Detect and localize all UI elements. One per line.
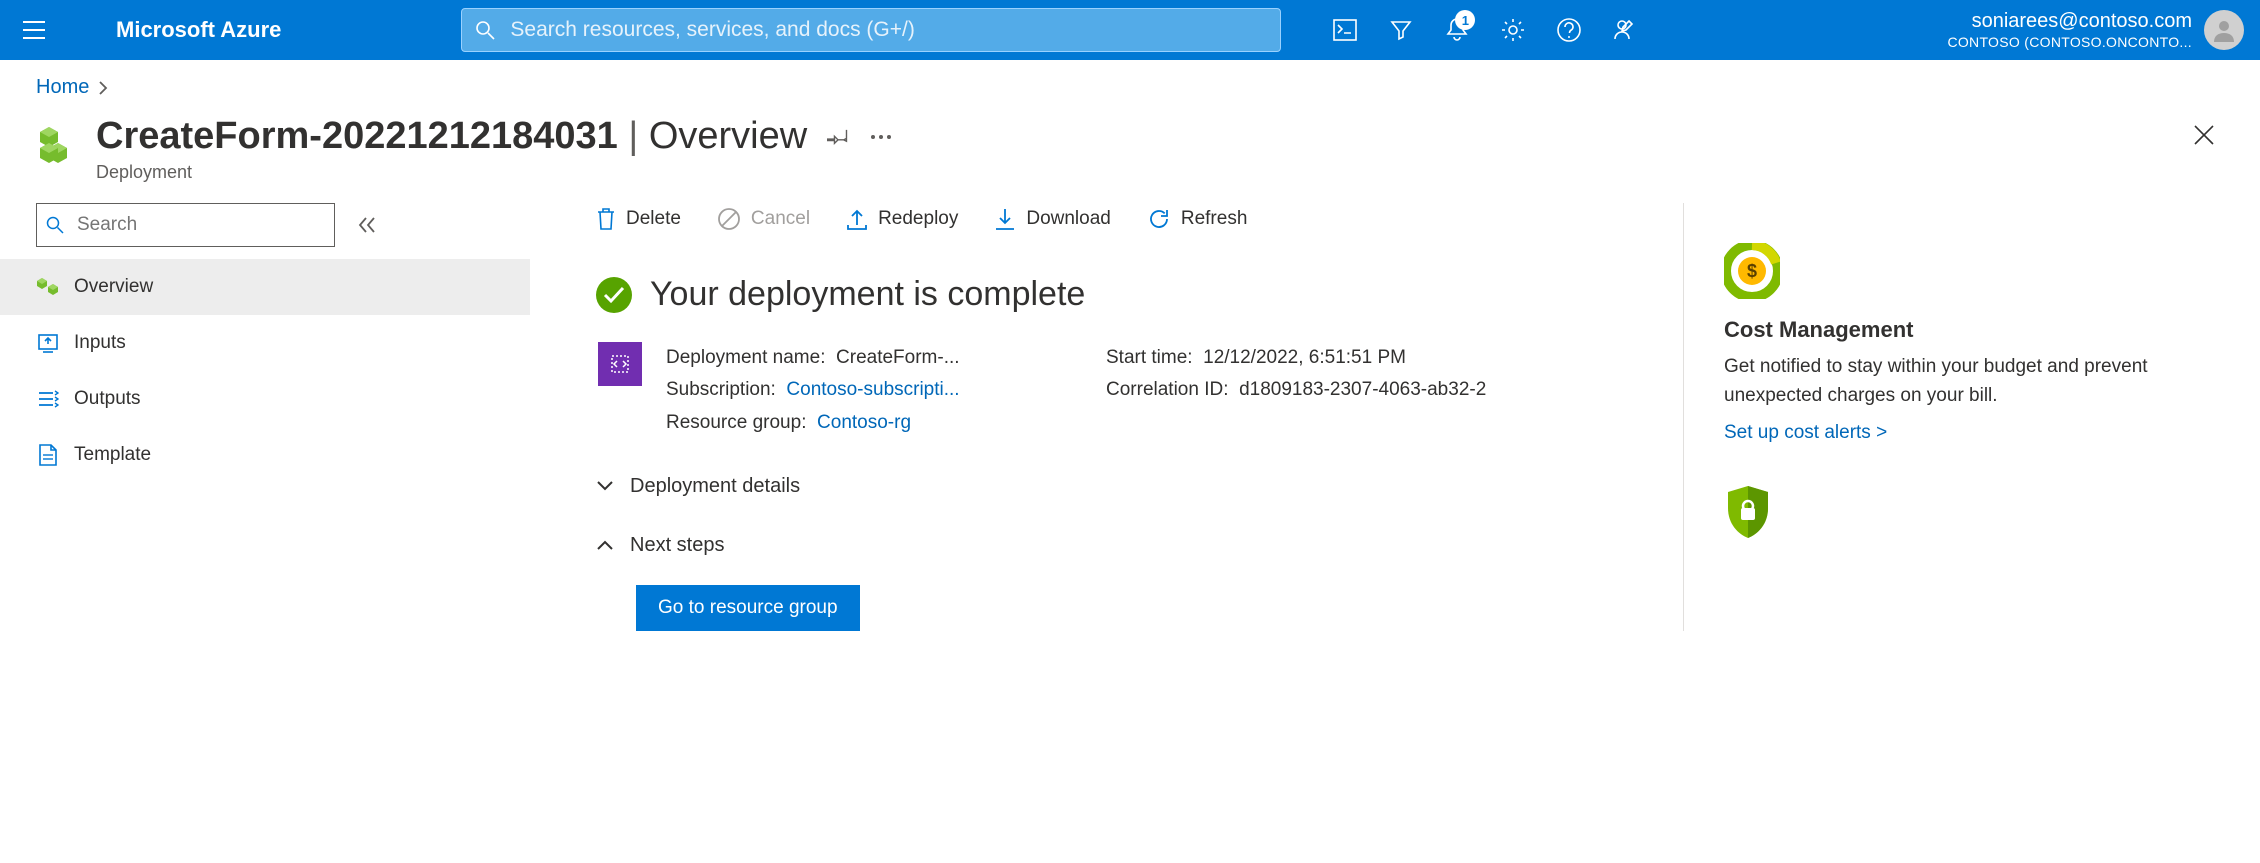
correlation-label: Correlation ID:: [1106, 379, 1229, 400]
cost-management-text: Get notified to stay within your budget …: [1724, 353, 2224, 410]
sidebar-item-template[interactable]: Template: [0, 427, 530, 483]
deployment-name-value: CreateForm-...: [836, 342, 960, 374]
cancel-button: Cancel: [717, 207, 810, 231]
right-panel: $ Cost Management Get notified to stay w…: [1684, 203, 2224, 631]
breadcrumb-home[interactable]: Home: [36, 76, 89, 99]
global-search: [461, 8, 1281, 52]
overview-icon: [36, 276, 60, 298]
status-row: Your deployment is complete: [596, 275, 1653, 314]
feedback-button[interactable]: [1601, 6, 1649, 54]
cost-management-icon: $: [1724, 243, 1780, 299]
go-to-resource-group-button[interactable]: Go to resource group: [636, 585, 860, 631]
outputs-icon: [36, 388, 60, 410]
deployment-details: Deployment name: CreateForm-... Subscrip…: [598, 342, 1653, 439]
collapse-sidebar-button[interactable]: [357, 216, 377, 234]
close-button[interactable]: [2192, 123, 2216, 147]
subscription-label: Subscription:: [666, 379, 776, 400]
page-subtitle: Deployment: [96, 162, 2192, 183]
sidebar-item-label: Template: [74, 444, 151, 466]
deployment-name-label: Deployment name:: [666, 347, 825, 368]
refresh-icon: [1147, 207, 1171, 231]
settings-button[interactable]: [1489, 6, 1537, 54]
cost-alerts-link[interactable]: Set up cost alerts >: [1724, 422, 1887, 444]
body: Overview Inputs Outputs Template: [0, 203, 2260, 631]
pin-button[interactable]: [827, 126, 849, 148]
cloud-shell-button[interactable]: [1321, 6, 1369, 54]
start-time-value: 12/12/2022, 6:51:51 PM: [1203, 347, 1406, 368]
sidebar-search-row: [36, 203, 536, 247]
main: Delete Cancel Redeploy: [536, 203, 2224, 631]
help-button[interactable]: [1545, 6, 1593, 54]
feedback-icon: [1612, 17, 1638, 43]
ellipsis-icon: [869, 133, 893, 141]
sidebar-item-overview[interactable]: Overview: [0, 259, 530, 315]
chevron-down-icon: [596, 480, 614, 492]
notifications-button[interactable]: 1: [1433, 6, 1481, 54]
content: Delete Cancel Redeploy: [596, 203, 1684, 631]
sidebar-item-inputs[interactable]: Inputs: [0, 315, 530, 371]
brand-label[interactable]: Microsoft Azure: [116, 17, 281, 43]
sidebar-item-label: Overview: [74, 276, 153, 298]
user-email: soniarees@contoso.com: [1947, 9, 2192, 34]
breadcrumb: Home: [0, 60, 2260, 107]
sidebar-item-label: Inputs: [74, 332, 126, 354]
cloud-shell-icon: [1333, 19, 1357, 41]
template-icon: [36, 443, 60, 467]
download-button[interactable]: Download: [994, 207, 1111, 231]
deployment-resource-icon: [36, 121, 80, 165]
search-icon: [46, 216, 64, 234]
delete-button[interactable]: Delete: [596, 207, 681, 231]
user-account[interactable]: soniarees@contoso.com CONTOSO (CONTOSO.O…: [1947, 9, 2248, 52]
cancel-icon: [717, 207, 741, 231]
inputs-icon: [36, 332, 60, 354]
search-icon: [475, 20, 495, 40]
help-icon: [1556, 17, 1582, 43]
user-tenant: CONTOSO (CONTOSO.ONCONTO...: [1947, 34, 2192, 52]
refresh-button[interactable]: Refresh: [1147, 207, 1248, 231]
toolbar: Delete Cancel Redeploy: [596, 203, 1653, 255]
svg-text:$: $: [1747, 261, 1757, 281]
cost-management-title: Cost Management: [1724, 317, 2224, 343]
chevron-double-left-icon: [357, 216, 377, 234]
deployment-type-icon: [598, 342, 642, 386]
directories-button[interactable]: [1377, 6, 1425, 54]
avatar-icon: [2210, 16, 2238, 44]
sidebar-search-input[interactable]: [36, 203, 335, 247]
subscription-link[interactable]: Contoso-subscripti...: [786, 374, 959, 406]
global-search-input[interactable]: [461, 8, 1281, 52]
top-bar: Microsoft Azure 1 soniarees@contoso.com: [0, 0, 2260, 60]
user-text: soniarees@contoso.com CONTOSO (CONTOSO.O…: [1947, 9, 2192, 52]
hamburger-icon: [23, 21, 45, 39]
security-shield-icon: [1724, 484, 2224, 540]
next-steps-expander[interactable]: Next steps: [596, 534, 1653, 557]
more-button[interactable]: [869, 133, 893, 141]
chevron-up-icon: [596, 539, 614, 551]
resource-group-label: Resource group:: [666, 412, 806, 433]
gear-icon: [1500, 17, 1526, 43]
download-icon: [994, 207, 1016, 231]
notification-badge: 1: [1455, 10, 1475, 30]
sidebar-item-label: Outputs: [74, 388, 141, 410]
redeploy-button[interactable]: Redeploy: [846, 207, 958, 231]
success-icon: [596, 277, 632, 313]
chevron-right-icon: [97, 81, 109, 95]
upload-icon: [846, 207, 868, 231]
avatar: [2204, 10, 2244, 50]
filter-icon: [1389, 18, 1413, 42]
close-icon: [2192, 123, 2216, 147]
page-header: CreateForm-20221212184031 | Overview Dep…: [0, 107, 2260, 203]
trash-icon: [596, 207, 616, 231]
deployment-details-expander[interactable]: Deployment details: [596, 475, 1653, 498]
resource-group-link[interactable]: Contoso-rg: [817, 412, 911, 433]
sidebar-item-outputs[interactable]: Outputs: [0, 371, 530, 427]
title-block: CreateForm-20221212184031 | Overview Dep…: [96, 115, 2192, 183]
correlation-value: d1809183-2307-4063-ab32-2: [1239, 374, 1486, 406]
hamburger-menu-button[interactable]: [12, 21, 56, 39]
page-title: CreateForm-20221212184031 | Overview: [96, 115, 807, 158]
sidebar: Overview Inputs Outputs Template: [36, 203, 536, 631]
pin-icon: [827, 126, 849, 148]
start-time-label: Start time:: [1106, 347, 1193, 368]
status-heading: Your deployment is complete: [650, 275, 1085, 314]
topbar-icons: 1: [1321, 6, 1649, 54]
